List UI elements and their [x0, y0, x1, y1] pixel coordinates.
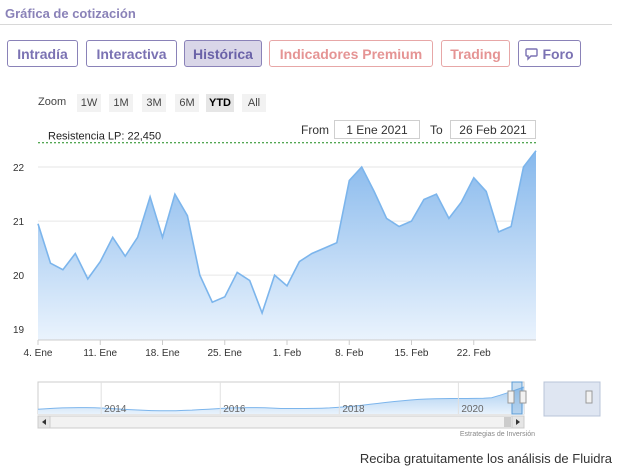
price-chart: Resistencia LP: 22,450 22 21 20 19 4. Ene 11… [13, 131, 601, 429]
y-tick-label-19: 19 [13, 325, 25, 336]
x-tick-label: 4. Ene [24, 348, 53, 359]
navigator-year-label: 2018 [342, 404, 365, 415]
navigator-left-handle [507, 390, 515, 404]
y-tick-label-20: 20 [13, 271, 25, 282]
navigator-year-label: 2020 [461, 404, 484, 415]
resistance-layer: Resistencia LP: 22,450 [38, 131, 536, 144]
navigator-year-label: 2014 [104, 404, 127, 415]
y-axis: 22 21 20 19 [13, 163, 25, 336]
y-tick-label-21: 21 [13, 217, 25, 228]
chart-credits: Estrategias de Inversión [459, 431, 535, 438]
x-tick-label: 15. Feb [395, 348, 429, 359]
x-tick-label: 18. Ene [145, 348, 180, 359]
x-axis: 4. Ene 11. Ene 18. Ene 25. Ene 1. Feb 8. Feb 1… [24, 340, 491, 359]
footer-cta-text[interactable]: Reciba gratuitamente los análisis de Flu… [360, 451, 612, 466]
resistance-label: Resistencia LP: 22,450 [48, 131, 161, 143]
x-tick-label: 11. Ene [83, 348, 117, 359]
scrollbar-thumb [504, 417, 511, 427]
x-tick-label: 8. Feb [335, 348, 364, 359]
navigator-right-handle [519, 390, 527, 404]
x-tick-label: 22. Feb [457, 348, 491, 359]
navigator-year-label: 2016 [223, 404, 246, 415]
price-area [38, 150, 536, 340]
y-tick-label-22: 22 [13, 163, 25, 174]
navigator[interactable]: 2014 2016 2018 2020 [37, 381, 601, 429]
navigator-side-handle [585, 390, 593, 404]
scrollbar-track [37, 415, 525, 429]
area-layer [37, 150, 537, 341]
x-tick-label: 1. Feb [273, 348, 302, 359]
x-tick-label: 25. Ene [208, 348, 243, 359]
